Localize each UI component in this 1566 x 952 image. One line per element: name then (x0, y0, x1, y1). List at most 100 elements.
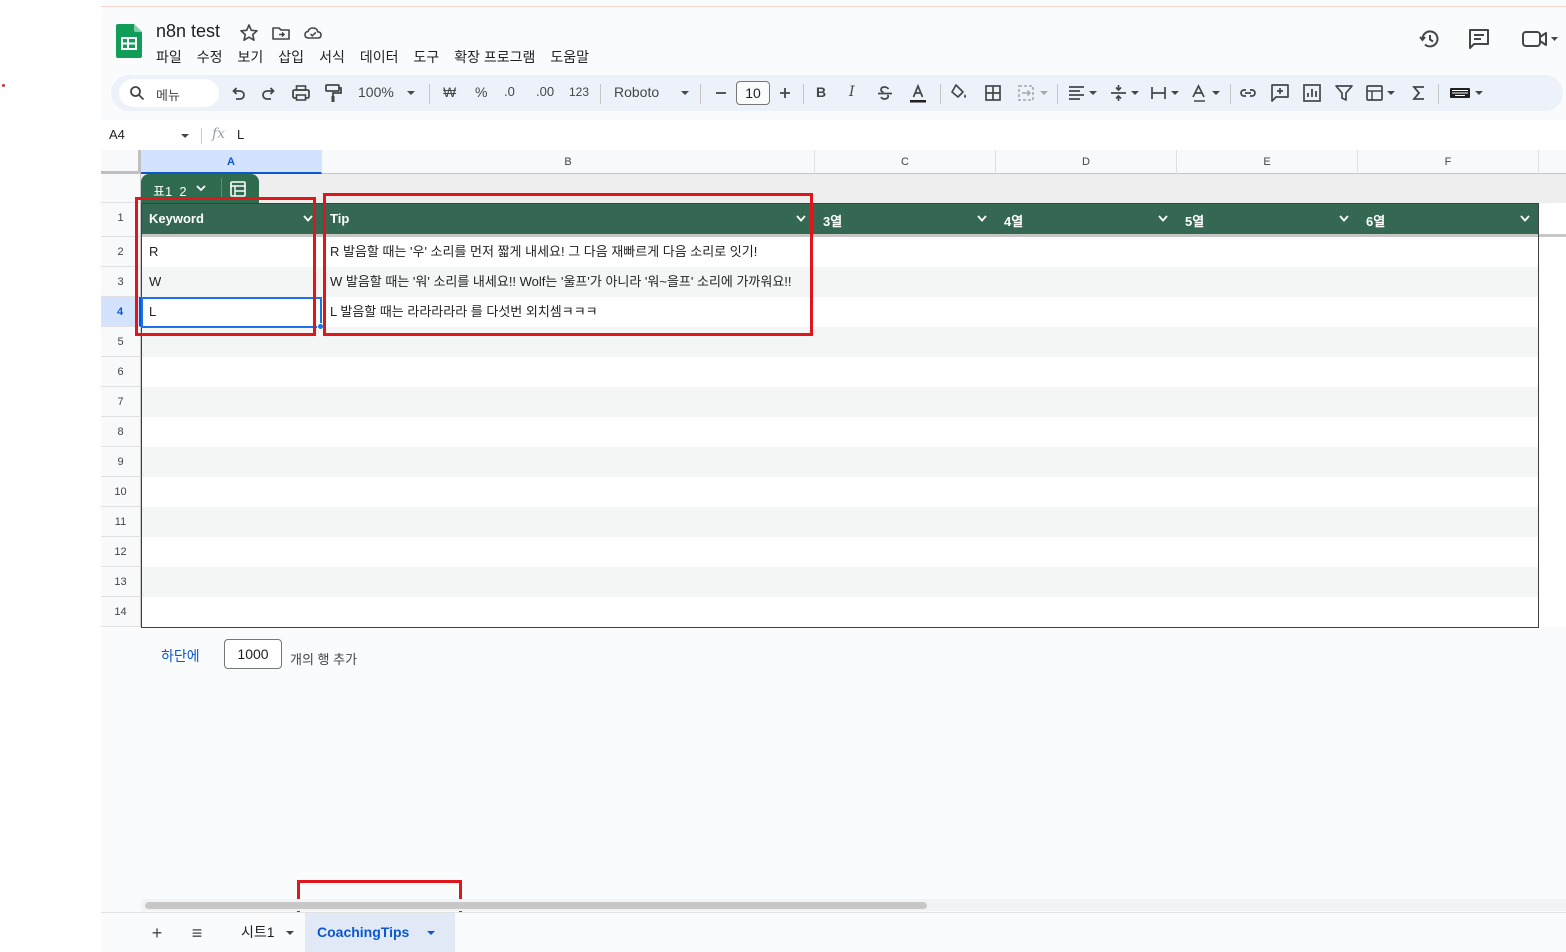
chevron-down-icon[interactable] (285, 929, 295, 937)
cell-b4[interactable]: L 발음할 때는 라라라라라 를 다섯번 외치셈ㅋㅋㅋ (322, 297, 815, 327)
name-box[interactable]: A4 (109, 127, 125, 142)
fill-color-icon[interactable] (948, 82, 970, 104)
chevron-down-icon[interactable] (1519, 214, 1531, 224)
print-icon[interactable] (290, 82, 312, 104)
strikethrough-icon[interactable] (874, 82, 896, 104)
row-header-9[interactable]: 9 (101, 447, 141, 477)
menu-data[interactable]: 데이터 (360, 47, 399, 67)
chevron-down-icon[interactable] (195, 182, 207, 194)
row-header-12[interactable]: 12 (101, 537, 141, 567)
increase-decimal-button[interactable]: .00 (536, 84, 554, 99)
row-header-6[interactable]: 6 (101, 357, 141, 387)
paint-format-icon[interactable] (322, 82, 344, 104)
sheets-logo-icon[interactable] (116, 24, 142, 58)
insert-link-icon[interactable] (1237, 82, 1259, 104)
comment-icon[interactable] (1467, 27, 1491, 51)
table-menu-icon[interactable] (229, 180, 247, 198)
menu-search-box[interactable]: 메뉴 (119, 79, 219, 107)
chevron-down-icon[interactable] (976, 214, 988, 224)
table-row-empty[interactable] (141, 447, 1538, 477)
column-header-b[interactable]: B (322, 150, 815, 174)
scrollbar-thumb[interactable] (145, 902, 927, 909)
chevron-down-icon[interactable] (426, 929, 436, 937)
column-header-f[interactable]: F (1358, 150, 1539, 174)
chevron-down-icon[interactable] (1338, 214, 1350, 224)
formula-input[interactable]: L (237, 127, 244, 142)
decrease-font-size-icon[interactable] (710, 82, 732, 104)
increase-font-size-icon[interactable] (774, 82, 796, 104)
undo-icon[interactable] (227, 82, 249, 104)
menu-tools[interactable]: 도구 (413, 47, 439, 67)
bold-button[interactable]: B (816, 84, 826, 100)
input-tools-icon[interactable] (1448, 82, 1486, 104)
add-rows-link[interactable]: 하단에 (161, 646, 200, 666)
row-header-2[interactable]: 2 (101, 237, 141, 267)
table-header-col5[interactable]: 5열 (1177, 203, 1358, 234)
row-header-8[interactable]: 8 (101, 417, 141, 447)
meet-video-icon[interactable] (1521, 27, 1561, 51)
chevron-down-icon[interactable] (795, 214, 807, 224)
horizontal-align-icon[interactable] (1066, 82, 1100, 104)
star-icon[interactable] (239, 23, 259, 43)
menu-insert[interactable]: 삽입 (278, 47, 304, 67)
table-row-empty[interactable] (141, 417, 1538, 447)
table-row-empty[interactable] (141, 537, 1538, 567)
row-header-10[interactable]: 10 (101, 477, 141, 507)
font-size-input[interactable]: 10 (736, 81, 770, 105)
row-header-5[interactable]: 5 (101, 327, 141, 357)
filter-views-icon[interactable] (1364, 82, 1398, 104)
table-header-tip[interactable]: Tip (322, 203, 815, 234)
row-header-4[interactable]: 4 (101, 297, 141, 327)
row-header-13[interactable]: 13 (101, 567, 141, 597)
chevron-down-icon[interactable] (1157, 214, 1169, 224)
row-header-14[interactable]: 14 (101, 597, 141, 627)
sheet-tab-sheet1[interactable]: 시트1 (229, 913, 301, 952)
menu-edit[interactable]: 수정 (197, 47, 223, 67)
cell-b2[interactable]: R 발음할 때는 '우' 소리를 먼저 짧게 내세요! 그 다음 재빠르게 다음… (322, 237, 815, 267)
chevron-down-icon[interactable] (302, 214, 314, 224)
table-row-empty[interactable] (141, 327, 1538, 357)
cloud-saved-icon[interactable] (303, 23, 323, 43)
insert-chart-icon[interactable] (1301, 82, 1323, 104)
percent-format-button[interactable]: % (475, 84, 487, 100)
text-rotation-icon[interactable] (1189, 82, 1223, 104)
column-header-e[interactable]: E (1177, 150, 1358, 174)
version-history-icon[interactable] (1418, 27, 1442, 51)
horizontal-scrollbar[interactable] (141, 899, 1566, 911)
menu-file[interactable]: 파일 (156, 47, 182, 67)
functions-icon[interactable] (1408, 82, 1430, 104)
column-header-c[interactable]: C (815, 150, 996, 174)
cell-a2[interactable]: R (141, 237, 322, 267)
move-folder-icon[interactable] (271, 23, 291, 43)
text-wrapping-icon[interactable] (1148, 82, 1182, 104)
column-header-d[interactable]: D (996, 150, 1177, 174)
cell-b3[interactable]: W 발음할 때는 '워' 소리를 내세요!! Wolf는 '울프'가 아니라 '… (322, 267, 815, 297)
all-sheets-button[interactable]: ≡ (187, 923, 207, 943)
document-title[interactable]: n8n test (156, 21, 220, 42)
insert-comment-icon[interactable] (1269, 82, 1291, 104)
table-name-tab[interactable]: 표1_2 (141, 174, 259, 203)
font-select[interactable]: Roboto (614, 84, 659, 100)
row-header-7[interactable]: 7 (101, 387, 141, 417)
column-header-g[interactable] (1539, 150, 1566, 174)
vertical-align-icon[interactable] (1108, 82, 1142, 104)
add-sheet-button[interactable]: + (147, 923, 167, 943)
fill-handle[interactable] (317, 323, 324, 330)
table-row-empty[interactable] (141, 507, 1538, 537)
sheet-tab-coachingtips[interactable]: CoachingTips (305, 913, 455, 952)
table-row-empty[interactable] (141, 597, 1538, 627)
table-row-empty[interactable] (141, 357, 1538, 387)
menu-view[interactable]: 보기 (238, 47, 264, 67)
filter-icon[interactable] (1333, 82, 1355, 104)
menu-format[interactable]: 서식 (319, 47, 345, 67)
table-header-keyword[interactable]: Keyword (141, 203, 322, 234)
zoom-dropdown-icon[interactable] (405, 82, 417, 104)
menu-extensions[interactable]: 확장 프로그램 (454, 47, 535, 67)
table-row-empty[interactable] (141, 567, 1538, 597)
name-box-dropdown-icon[interactable] (179, 131, 191, 141)
column-header-a[interactable]: A (141, 150, 322, 174)
table-header-col3[interactable]: 3열 (815, 203, 996, 234)
font-dropdown-icon[interactable] (679, 82, 691, 104)
row-header-11[interactable]: 11 (101, 507, 141, 537)
borders-icon[interactable] (982, 82, 1004, 104)
